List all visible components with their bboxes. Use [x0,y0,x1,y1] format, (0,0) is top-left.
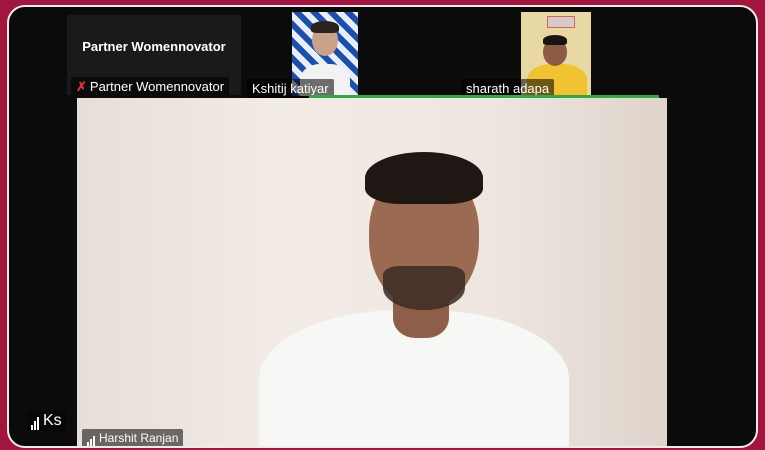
participant-name-display: Partner Womennovator [82,39,226,54]
speaker-hair [365,152,483,204]
speaker-beard [383,266,465,310]
wall-sign [547,16,575,28]
participant-label-partial: Ks [27,411,66,432]
participant-hair [543,35,567,45]
meeting-window: { "participants": { "top_left": { "tile_… [0,0,765,450]
participant-label: ✗ Partner Womennovator [71,77,230,95]
signal-icon [31,412,40,430]
main-speaker-label: Harshit Ranjan [82,429,184,446]
main-speaker-name: Harshit Ranjan [99,431,179,445]
video-grid: Partner Womennovator ✗ Partner Womennovat… [7,5,758,448]
participant-label-partial-text: Ks [43,412,62,430]
main-speaker-video[interactable] [77,98,667,446]
participant-tile-partner-womennovator[interactable]: Partner Womennovator ✗ Partner Womennovat… [67,15,241,95]
mic-muted-icon: ✗ [76,79,87,94]
participant-label-text: Partner Womennovator [89,79,225,94]
signal-icon [87,432,96,446]
participant-hair [311,21,339,33]
